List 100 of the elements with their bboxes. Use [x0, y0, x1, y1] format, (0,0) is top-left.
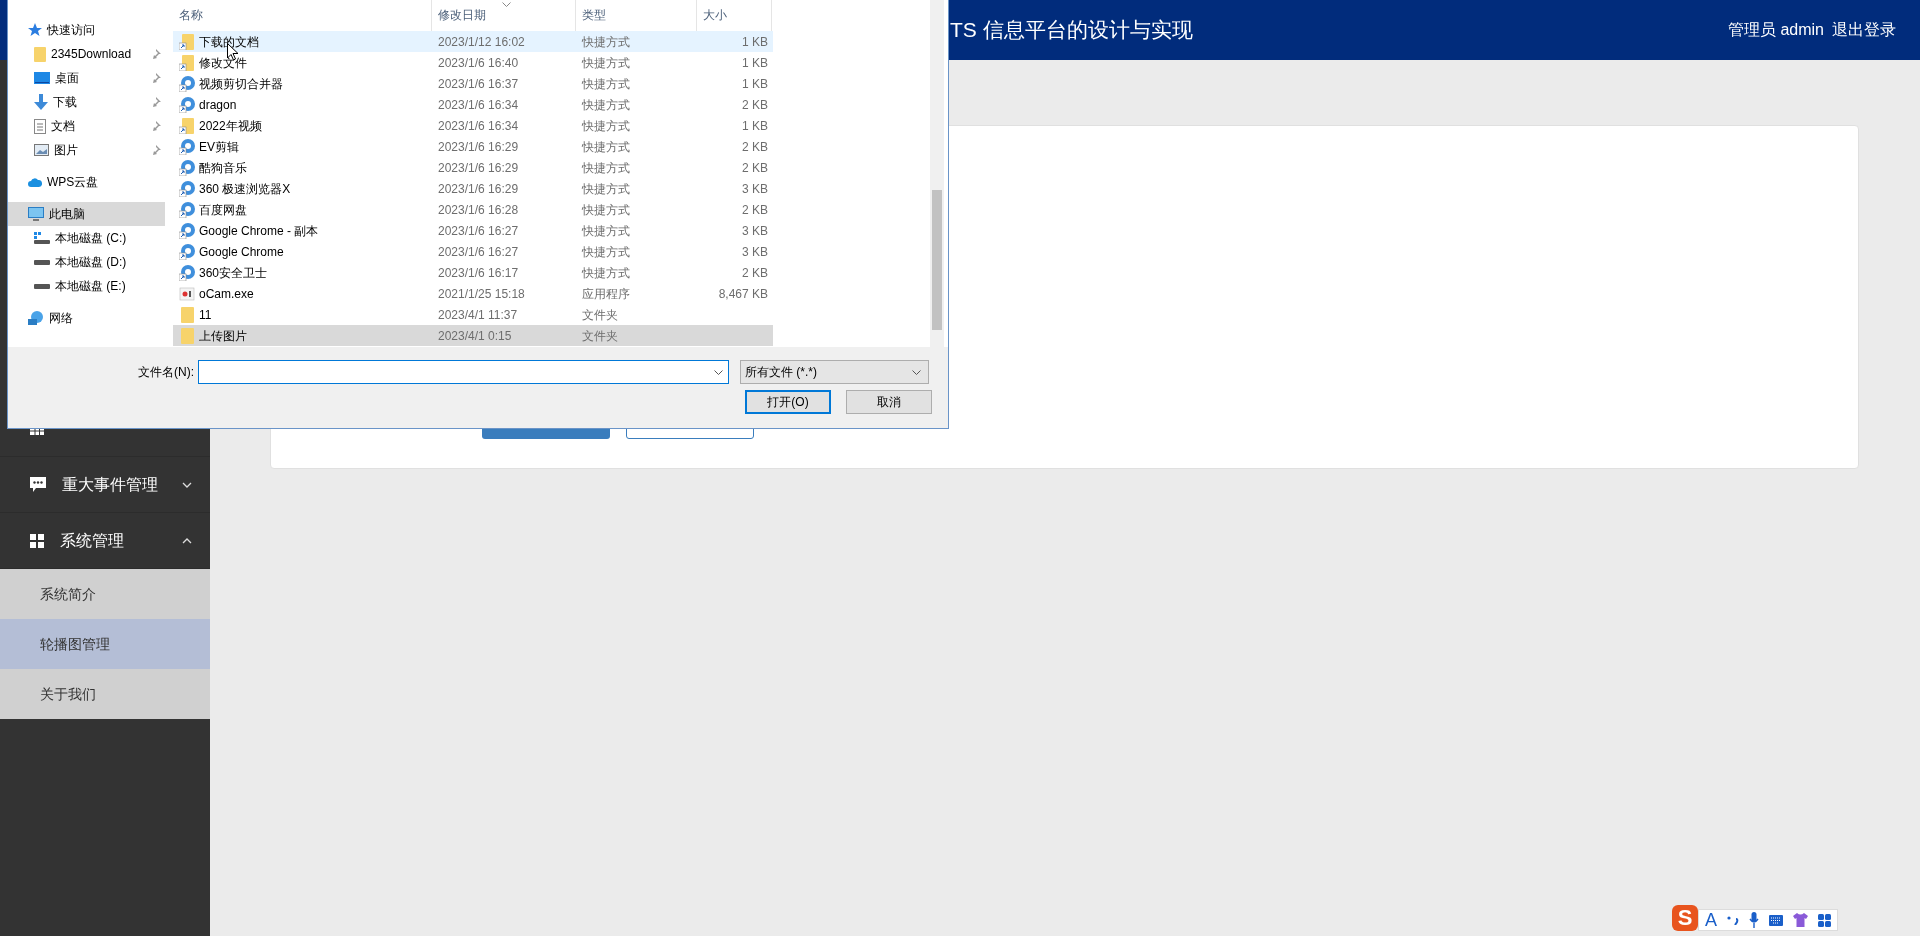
file-date: 2023/1/6 16:40	[437, 54, 520, 72]
file-name: oCam.exe	[199, 285, 254, 303]
file-date: 2023/4/1 0:15	[437, 327, 513, 345]
file-row[interactable]: Google Chrome - 副本 2023/1/6 16:27 快捷方式 3 KB	[173, 220, 773, 241]
file-type: 快捷方式	[581, 117, 631, 135]
drive-icon	[34, 232, 50, 244]
app-shortcut-icon	[179, 138, 195, 155]
ime-mode-button[interactable]: A	[1705, 910, 1717, 930]
file-date: 2023/1/12 16:02	[437, 33, 526, 51]
dropdown-caret-icon	[912, 369, 921, 375]
user-label: 管理员 admin	[1727, 20, 1824, 40]
file-size: 1 KB	[741, 75, 769, 93]
file-name: 11	[199, 306, 212, 324]
file-date: 2023/1/6 16:17	[437, 264, 520, 282]
nav-item[interactable]: 网络	[8, 306, 165, 330]
folder-shortcut-icon	[179, 117, 195, 134]
file-row[interactable]: dragon 2023/1/6 16:34 快捷方式 2 KB	[173, 94, 773, 115]
folder-icon	[34, 46, 46, 62]
file-size: 2 KB	[741, 159, 769, 177]
file-name: 360 极速浏览器X	[199, 180, 291, 198]
file-row[interactable]: EV剪辑 2023/1/6 16:29 快捷方式 2 KB	[173, 136, 773, 157]
app-shortcut-icon	[179, 243, 195, 260]
folder-shortcut-icon	[179, 54, 195, 71]
file-row[interactable]: 视频剪切合并器 2023/1/6 16:37 快捷方式 1 KB	[173, 73, 773, 94]
cloud-icon	[28, 177, 42, 187]
keyboard-icon	[1769, 914, 1783, 926]
file-row[interactable]: 上传图片 2023/4/1 0:15 文件夹	[173, 325, 773, 346]
file-name: EV剪辑	[199, 138, 239, 156]
file-date: 2023/1/6 16:27	[437, 243, 520, 261]
file-type: 快捷方式	[581, 222, 631, 240]
star-icon	[28, 23, 42, 37]
file-row[interactable]: 百度网盘 2023/1/6 16:28 快捷方式 2 KB	[173, 199, 773, 220]
document-icon	[34, 118, 46, 134]
menu-item[interactable]: 重大事件管理	[0, 457, 210, 513]
file-size: 1 KB	[741, 117, 769, 135]
scrollbar[interactable]	[930, 0, 944, 347]
file-row[interactable]: oCam.exe 2021/1/25 15:18 应用程序 8,467 KB	[173, 283, 773, 304]
nav-item[interactable]: 下载	[8, 90, 165, 114]
submenu-item[interactable]: 轮播图管理	[0, 619, 210, 669]
file-row[interactable]: Google Chrome 2023/1/6 16:27 快捷方式 3 KB	[173, 241, 773, 262]
file-name: 视频剪切合并器	[199, 75, 283, 93]
file-date: 2023/1/6 16:29	[437, 180, 520, 198]
nav-item[interactable]: 桌面	[8, 66, 165, 90]
scroll-thumb[interactable]	[932, 190, 942, 330]
nav-item[interactable]: 2345Download	[8, 42, 165, 66]
file-size: 8,467 KB	[717, 285, 769, 303]
nav-item[interactable]: 图片	[8, 138, 165, 162]
file-size: 2 KB	[741, 138, 769, 156]
app-shortcut-icon	[179, 222, 195, 239]
file-row[interactable]: 360 极速浏览器X 2023/1/6 16:29 快捷方式 3 KB	[173, 178, 773, 199]
file-row[interactable]: 360安全卫士 2023/1/6 16:17 快捷方式 2 KB	[173, 262, 773, 283]
drive-icon	[34, 259, 50, 265]
filename-label: 文件名(N):	[137, 364, 195, 381]
file-type: 快捷方式	[581, 33, 631, 51]
app-shortcut-icon	[179, 264, 195, 281]
file-type: 快捷方式	[581, 201, 631, 219]
file-type: 快捷方式	[581, 96, 631, 114]
nav-item[interactable]: 本地磁盘 (C:)	[8, 226, 165, 250]
file-size: 3 KB	[741, 180, 769, 198]
file-row[interactable]: 酷狗音乐 2023/1/6 16:29 快捷方式 2 KB	[173, 157, 773, 178]
file-size: 2 KB	[741, 96, 769, 114]
grid-icon	[1818, 913, 1831, 927]
ime-logo[interactable]: S	[1672, 905, 1698, 931]
page-title: TS 信息平台的设计与实现	[950, 17, 1193, 44]
nav-item[interactable]: 快速访问	[8, 18, 165, 42]
logout-link[interactable]: 退出登录	[1832, 18, 1896, 42]
file-date: 2021/1/25 15:18	[437, 285, 526, 303]
file-row[interactable]: 2022年视频 2023/1/6 16:34 快捷方式 1 KB	[173, 115, 773, 136]
comment-icon	[30, 477, 46, 492]
grid-icon	[30, 533, 44, 548]
file-name: 百度网盘	[199, 201, 247, 219]
folder-shortcut-icon	[179, 33, 195, 50]
drive-icon	[34, 283, 50, 289]
file-type-dropdown[interactable]: 所有文件 (*.*)	[740, 360, 929, 384]
submenu-item[interactable]: 关于我们	[0, 669, 210, 719]
nav-item[interactable]: 此电脑	[8, 202, 165, 226]
nav-item[interactable]: WPS云盘	[8, 170, 165, 194]
file-size: 3 KB	[741, 243, 769, 261]
file-date: 2023/1/6 16:27	[437, 222, 520, 240]
file-date: 2023/1/6 16:29	[437, 138, 520, 156]
desktop-icon	[34, 72, 50, 84]
folder-icon	[179, 327, 195, 344]
submenu-item[interactable]: 系统简介	[0, 569, 210, 619]
file-date: 2023/4/1 11:37	[437, 306, 519, 324]
microphone-icon	[1749, 912, 1759, 928]
file-name: dragon	[199, 96, 237, 114]
file-row[interactable]: 修改文件 2023/1/6 16:40 快捷方式 1 KB	[173, 52, 773, 73]
nav-item[interactable]: 文档	[8, 114, 165, 138]
open-button[interactable]: 打开(O)	[745, 390, 831, 414]
file-type: 快捷方式	[581, 75, 631, 93]
file-date: 2023/1/6 16:28	[437, 201, 520, 219]
file-type: 快捷方式	[581, 54, 631, 72]
nav-item[interactable]: 本地磁盘 (E:)	[8, 274, 165, 298]
file-name: 酷狗音乐	[199, 159, 247, 177]
file-date: 2023/1/6 16:37	[437, 75, 520, 93]
filename-field[interactable]	[198, 360, 729, 384]
file-row[interactable]: 11 2023/4/1 11:37 文件夹	[173, 304, 773, 325]
file-date: 2023/1/6 16:34	[437, 117, 520, 135]
nav-item[interactable]: 本地磁盘 (D:)	[8, 250, 165, 274]
cancel-button[interactable]: 取消	[846, 390, 932, 414]
